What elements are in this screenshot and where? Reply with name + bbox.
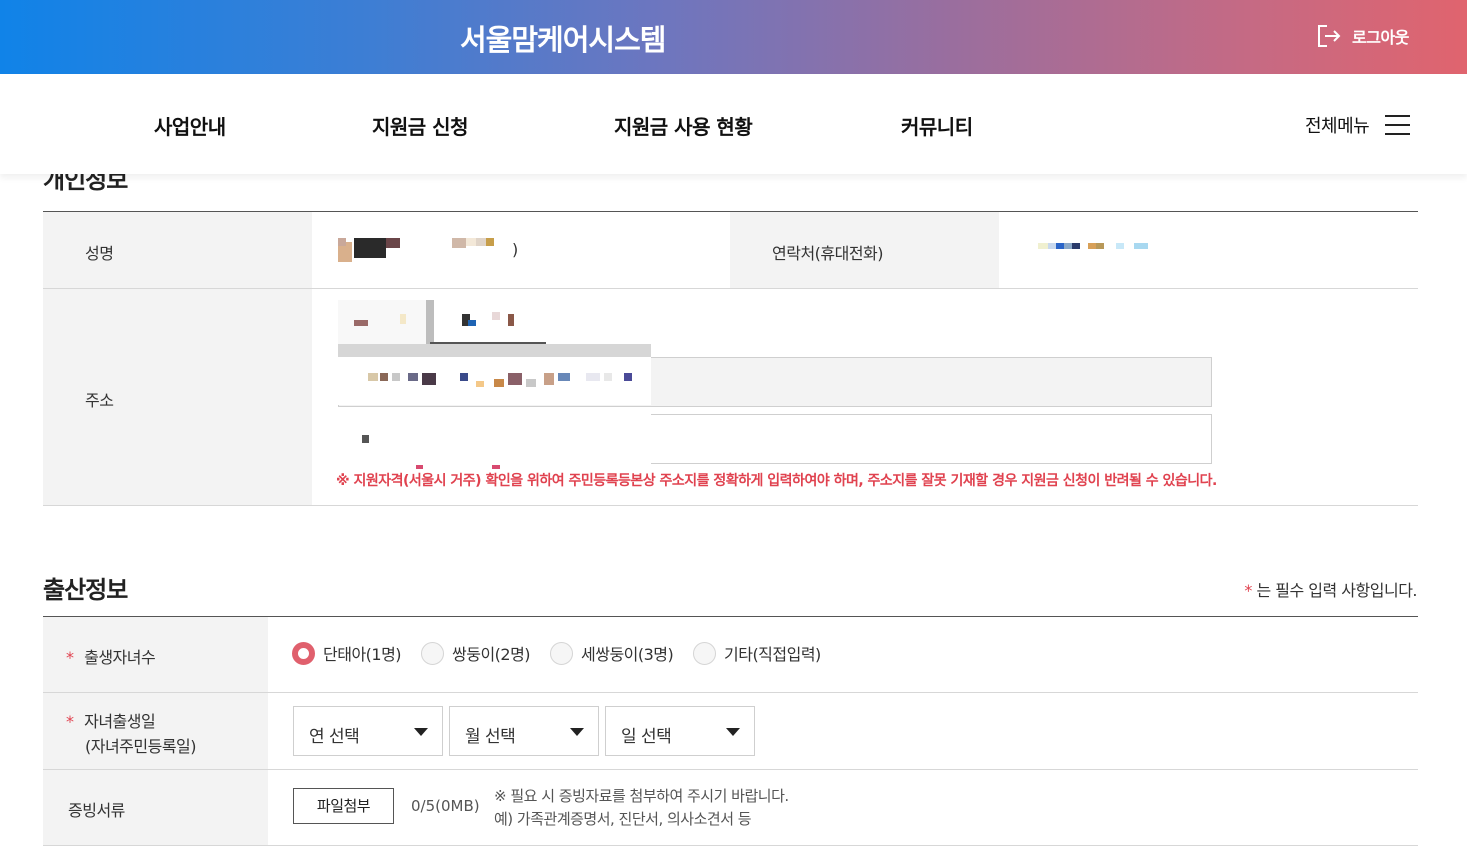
file-note-line1: ※ 필요 시 증빙자료를 첨부하여 주시기 바랍니다.: [494, 787, 789, 805]
name-value-redacted: [338, 238, 494, 262]
radio-unchecked-icon: [693, 641, 716, 665]
chevron-down-icon: [726, 728, 740, 736]
radio-checked-icon: [292, 641, 315, 665]
required-note: * 는 필수 입력 사항입니다.: [1244, 577, 1417, 601]
nav-item-community[interactable]: 커뮤니티: [901, 111, 973, 140]
radio-twins[interactable]: 쌍둥이(2명): [421, 641, 531, 665]
required-star: *: [66, 712, 74, 731]
children-count-label-text: 출생자녀수: [84, 648, 156, 667]
radio-label: 단태아(1명): [323, 645, 402, 664]
postcode-redacted: [338, 300, 651, 357]
birthdate-sublabel: (자녀주민등록일): [85, 737, 197, 756]
address-label-cell: [43, 289, 312, 505]
required-star: *: [1244, 581, 1252, 600]
address-notice: ※ 지원자격(서울시 거주) 확인을 위하여 주민등록등본상 주소지를 정확하게…: [336, 473, 1217, 489]
month-select[interactable]: 월 선택: [449, 706, 599, 756]
hamburger-icon: [1385, 115, 1411, 135]
file-note-line2: 예) 가족관계증명서, 진단서, 의사소견서 등: [494, 810, 752, 828]
radio-label: 기타(직접입력): [724, 645, 821, 664]
chevron-down-icon: [414, 728, 428, 736]
radio-single[interactable]: 단태아(1명): [292, 641, 402, 665]
main-nav: 사업안내 지원금 신청 지원금 사용 현황 커뮤니티 전체메뉴: [0, 74, 1467, 174]
radio-triplets[interactable]: 세쌍둥이(3명): [550, 641, 674, 665]
contact-label: 연락처(휴대전화): [772, 244, 884, 263]
file-note: ※ 필요 시 증빙자료를 첨부하여 주시기 바랍니다. 예) 가족관계증명서, …: [494, 785, 789, 831]
logout-button[interactable]: 로그아웃: [1316, 22, 1409, 50]
nav-item-apply-subsidy[interactable]: 지원금 신청: [372, 111, 468, 140]
radio-unchecked-icon: [550, 641, 573, 665]
radio-label: 쌍둥이(2명): [452, 645, 531, 664]
address-line1-redacted: [338, 357, 651, 405]
day-select-value: 일 선택: [621, 727, 672, 747]
name-label: 성명: [85, 244, 114, 263]
birthdate-label-text: 자녀출생일: [84, 712, 156, 731]
required-note-text: 는 필수 입력 사항입니다.: [1256, 581, 1417, 600]
contact-value-redacted: [1038, 243, 1148, 249]
birthdate-label: * 자녀출생일: [66, 708, 156, 732]
chevron-down-icon: [570, 728, 584, 736]
nav-item-subsidy-usage[interactable]: 지원금 사용 현황: [614, 111, 753, 140]
radio-other[interactable]: 기타(직접입력): [693, 641, 821, 665]
logout-label: 로그아웃: [1352, 28, 1409, 47]
name-suffix: ): [512, 240, 518, 259]
divider: [43, 845, 1418, 846]
radio-label: 세쌍둥이(3명): [581, 645, 674, 664]
radio-unchecked-icon: [421, 641, 444, 665]
name-label-cell: [43, 212, 312, 288]
file-attach-button[interactable]: 파일첨부: [293, 788, 394, 824]
address-line2-redacted: [338, 414, 651, 469]
address-label: 주소: [85, 391, 114, 410]
all-menu-button[interactable]: 전체메뉴: [1305, 112, 1411, 138]
month-select-value: 월 선택: [465, 727, 516, 747]
required-star: *: [66, 648, 74, 667]
proof-label: 증빙서류: [68, 801, 125, 820]
children-count-label: * 출생자녀수: [66, 644, 156, 668]
app-title[interactable]: 서울맘케어시스템: [460, 17, 666, 59]
year-select[interactable]: 연 선택: [293, 706, 443, 756]
file-count: 0/5(0MB): [411, 797, 480, 815]
section-title-birth: 출산정보: [43, 576, 128, 604]
year-select-value: 연 선택: [309, 727, 360, 747]
logout-icon: [1318, 25, 1341, 47]
nav-item-business-info[interactable]: 사업안내: [154, 111, 226, 140]
top-bar: 서울맘케어시스템 로그아웃: [0, 0, 1467, 74]
divider: [43, 505, 1418, 506]
all-menu-label: 전체메뉴: [1305, 116, 1370, 137]
day-select[interactable]: 일 선택: [605, 706, 755, 756]
